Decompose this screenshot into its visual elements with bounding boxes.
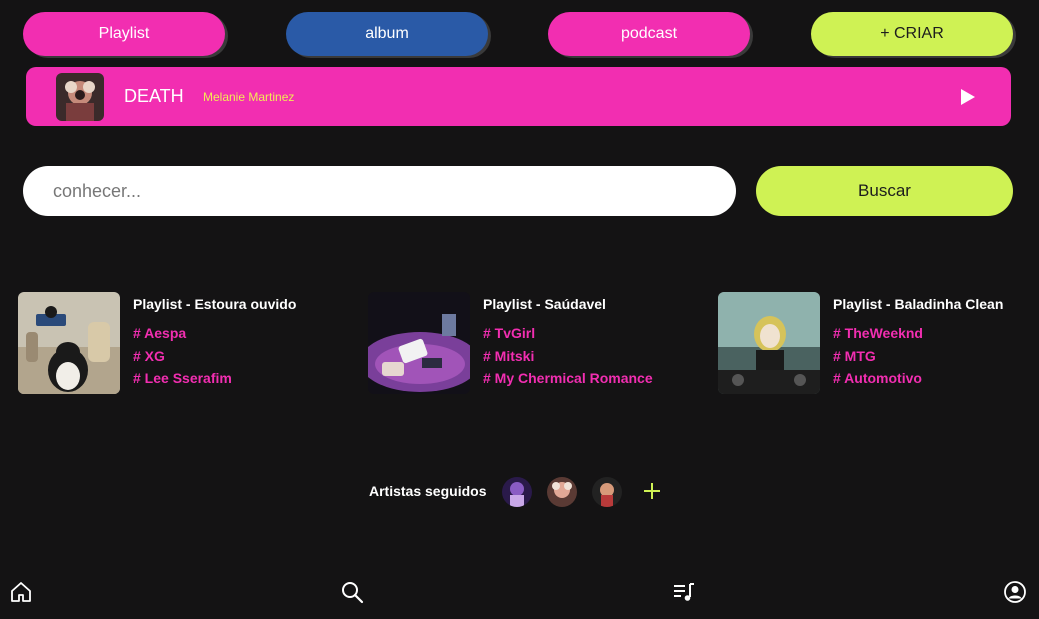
artist-avatar[interactable] — [547, 477, 577, 507]
app-root: Playlist album podcast + CRIAR DEATH Mel… — [0, 0, 1039, 619]
playlist-button[interactable]: Playlist — [23, 12, 225, 56]
tag-link[interactable]: # Automotivo — [833, 369, 923, 392]
search-button[interactable]: Buscar — [756, 166, 1013, 216]
queue-music-icon[interactable] — [672, 580, 696, 604]
album-button[interactable]: album — [286, 12, 488, 56]
tag-link[interactable]: # Mitski — [483, 347, 653, 370]
playlist-cover — [18, 292, 120, 394]
playlist-title: Playlist - Baladinha Clean — [833, 296, 1004, 312]
now-playing-bar[interactable]: DEATH Melanie Martinez — [26, 67, 1011, 126]
playlist-card[interactable]: Playlist - Saúdavel # TvGirl # Mitski # … — [368, 292, 688, 394]
now-playing-artist[interactable]: Melanie Martinez — [203, 90, 294, 104]
tag-link[interactable]: # Lee Sserafim — [133, 369, 232, 392]
followed-artists-label: Artistas seguidos — [369, 483, 487, 499]
now-playing-cover — [56, 73, 104, 121]
search-icon[interactable] — [340, 580, 364, 604]
tag-link[interactable]: # TvGirl — [483, 324, 653, 347]
play-icon[interactable] — [959, 88, 977, 106]
home-icon[interactable] — [9, 580, 33, 604]
tag-link[interactable]: # Aespa — [133, 324, 232, 347]
playlist-title: Playlist - Estoura ouvido — [133, 296, 297, 312]
tag-link[interactable]: # TheWeeknd — [833, 324, 923, 347]
now-playing-title: DEATH — [124, 86, 184, 106]
playlist-card[interactable]: Playlist - Baladinha Clean # TheWeeknd #… — [718, 292, 1038, 394]
tag-link[interactable]: # MTG — [833, 347, 923, 370]
playlist-tags: # TvGirl # Mitski # My Chermical Romance — [483, 324, 653, 392]
search-input[interactable] — [23, 166, 736, 216]
playlist-card[interactable]: Playlist - Estoura ouvido # Aespa # XG #… — [18, 292, 338, 394]
playlist-cover — [368, 292, 470, 394]
artist-avatar[interactable] — [592, 477, 622, 507]
artist-avatar[interactable] — [502, 477, 532, 507]
plus-icon[interactable] — [642, 481, 662, 501]
podcast-button[interactable]: podcast — [548, 12, 750, 56]
playlist-tags: # TheWeeknd # MTG # Automotivo — [833, 324, 923, 392]
profile-icon[interactable] — [1003, 580, 1027, 604]
tag-link[interactable]: # My Chermical Romance — [483, 369, 653, 392]
playlist-title: Playlist - Saúdavel — [483, 296, 606, 312]
playlist-cover — [718, 292, 820, 394]
create-button[interactable]: + CRIAR — [811, 12, 1013, 56]
playlist-tags: # Aespa # XG # Lee Sserafim — [133, 324, 232, 392]
tag-link[interactable]: # XG — [133, 347, 232, 370]
